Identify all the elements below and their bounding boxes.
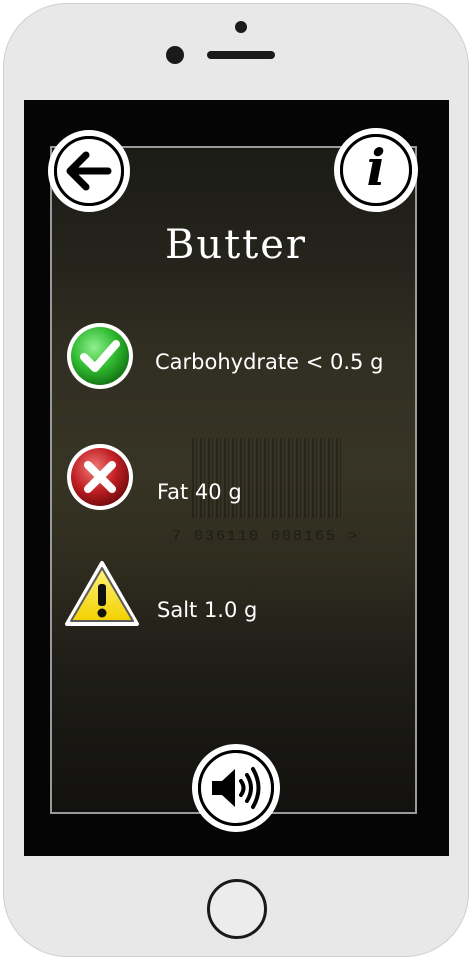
- info-icon: i: [366, 138, 386, 197]
- nutrient-carbohydrate: Carbohydrate < 0.5 g: [155, 350, 384, 374]
- warning-icon: [65, 561, 139, 626]
- nutrient-fat: Fat 40 g: [157, 480, 242, 504]
- home-button[interactable]: [207, 879, 267, 939]
- front-sensor: [235, 21, 247, 33]
- speaker-icon: [212, 767, 261, 809]
- speaker-button[interactable]: [192, 744, 280, 832]
- product-title: Butter: [164, 222, 308, 268]
- cross-icon: [67, 444, 133, 510]
- front-camera: [166, 46, 184, 64]
- back-button[interactable]: [48, 130, 130, 212]
- check-icon: [67, 323, 133, 389]
- back-arrow-icon: [66, 151, 112, 191]
- nutrient-salt: Salt 1.0 g: [157, 598, 258, 622]
- info-button[interactable]: i: [334, 128, 418, 212]
- earpiece-speaker: [207, 51, 275, 59]
